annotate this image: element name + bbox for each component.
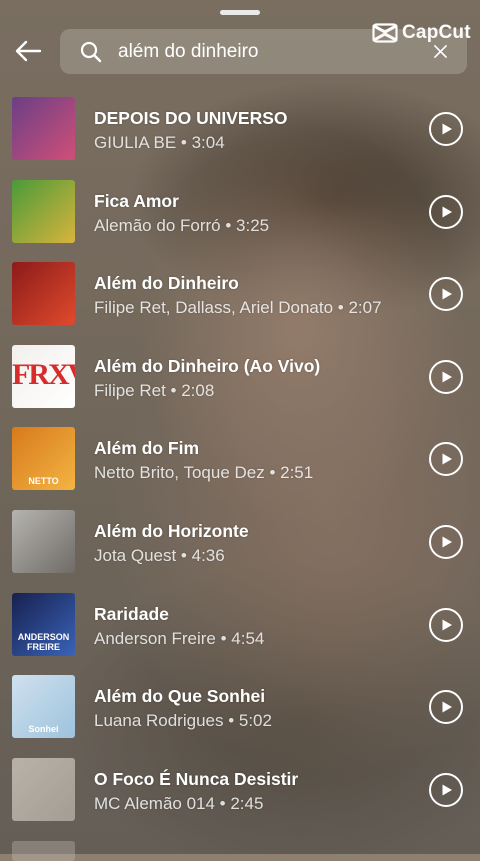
track-artist-duration: Anderson Freire • 4:54 <box>94 628 265 648</box>
track-info: Raridade Anderson Freire • 4:54 <box>94 603 410 650</box>
track-thumbnail <box>12 509 75 573</box>
track-thumbnail-partial <box>12 841 75 861</box>
track-row[interactable]: ANDERSON FREIRE Raridade Anderson Freire… <box>0 592 480 675</box>
track-info: Além do Fim Netto Brito, Toque Dez • 2:5… <box>94 437 410 484</box>
track-thumbnail <box>12 179 75 243</box>
track-row[interactable]: O Foco É Nunca Desistir MC Alemão 014 • … <box>0 757 480 840</box>
clear-search-button[interactable] <box>425 37 455 67</box>
play-icon <box>442 619 452 631</box>
track-title: Além do Dinheiro (Ao Vivo) <box>94 355 321 376</box>
track-row[interactable]: Além do Horizonte Jota Quest • 4:36 <box>0 509 480 592</box>
play-button[interactable] <box>429 194 463 229</box>
track-artist-duration: Filipe Ret • 2:08 <box>94 380 215 400</box>
track-artist-duration: Filipe Ret, Dallass, Ariel Donato • 2:07 <box>94 298 382 318</box>
search-bar[interactable] <box>60 29 467 74</box>
track-row[interactable]: Sonhei Além do Que Sonhei Luana Rodrigue… <box>0 674 480 757</box>
play-button[interactable] <box>429 524 463 559</box>
play-button[interactable] <box>429 442 463 477</box>
play-button[interactable] <box>429 772 463 807</box>
track-row[interactable]: FRXV Além do Dinheiro (Ao Vivo) Filipe R… <box>0 344 480 427</box>
track-title: Raridade <box>94 603 169 624</box>
track-info: O Foco É Nunca Desistir MC Alemão 014 • … <box>94 768 410 815</box>
drag-handle[interactable] <box>220 10 260 15</box>
play-icon <box>442 371 452 383</box>
track-title: O Foco É Nunca Desistir <box>94 768 299 789</box>
track-list: DEPOIS DO UNIVERSO GIULIA BE • 3:04 Fica… <box>0 96 480 839</box>
play-button[interactable] <box>429 607 463 642</box>
track-thumbnail: ANDERSON FREIRE <box>12 592 75 656</box>
track-artist-duration: GIULIA BE • 3:04 <box>94 133 225 152</box>
track-info: Além do Horizonte Jota Quest • 4:36 <box>94 520 410 567</box>
thumbnail-label: FRXV <box>12 357 75 391</box>
play-icon <box>442 453 452 465</box>
track-row[interactable]: DEPOIS DO UNIVERSO GIULIA BE • 3:04 <box>0 96 480 179</box>
track-thumbnail <box>12 757 75 821</box>
track-info: Fica Amor Alemão do Forró • 3:25 <box>94 190 410 237</box>
track-thumbnail <box>12 97 75 160</box>
play-icon <box>442 206 452 218</box>
play-button[interactable] <box>429 359 463 394</box>
track-title: Além do Dinheiro <box>94 273 239 294</box>
play-icon <box>442 536 452 548</box>
track-thumbnail: Sonhei <box>12 675 75 739</box>
track-artist-duration: Alemão do Forró • 3:25 <box>94 215 270 235</box>
track-artist-duration: Luana Rodrigues • 5:02 <box>94 711 272 731</box>
play-icon <box>442 123 452 135</box>
search-input[interactable] <box>118 40 425 63</box>
track-info: Além do Dinheiro Filipe Ret, Dallass, Ar… <box>94 272 410 319</box>
play-icon <box>442 701 452 713</box>
track-title: DEPOIS DO UNIVERSO <box>94 108 288 128</box>
track-title: Fica Amor <box>94 190 179 211</box>
back-button[interactable] <box>10 33 46 69</box>
track-thumbnail: FRXV <box>12 344 75 408</box>
track-row[interactable]: Além do Dinheiro Filipe Ret, Dallass, Ar… <box>0 261 480 344</box>
track-info: Além do Que Sonhei Luana Rodrigues • 5:0… <box>94 685 410 732</box>
play-button[interactable] <box>429 690 463 725</box>
thumbnail-label: Sonhei <box>28 724 59 735</box>
play-icon <box>442 784 452 796</box>
track-info: Além do Dinheiro (Ao Vivo) Filipe Ret • … <box>94 355 410 402</box>
close-icon <box>433 45 447 58</box>
play-icon <box>442 288 452 300</box>
track-artist-duration: Netto Brito, Toque Dez • 2:51 <box>94 463 314 483</box>
thumbnail-label: NETTO <box>28 476 59 487</box>
track-row[interactable]: NETTO Além do Fim Netto Brito, Toque Dez… <box>0 426 480 509</box>
track-artist-duration: MC Alemão 014 • 2:45 <box>94 793 264 813</box>
track-artist-duration: Jota Quest • 4:36 <box>94 545 225 565</box>
play-button[interactable] <box>429 112 463 146</box>
search-icon <box>80 41 102 63</box>
track-title: Além do Fim <box>94 438 200 459</box>
track-thumbnail: NETTO <box>12 427 75 491</box>
track-info: DEPOIS DO UNIVERSO GIULIA BE • 3:04 <box>94 107 410 154</box>
arrow-left-icon <box>15 40 42 62</box>
track-title: Além do Horizonte <box>94 520 249 541</box>
play-button[interactable] <box>429 277 463 312</box>
track-title: Além do Que Sonhei <box>94 686 266 707</box>
track-thumbnail <box>12 262 75 326</box>
thumbnail-label: ANDERSON FREIRE <box>17 631 70 652</box>
track-row[interactable]: Fica Amor Alemão do Forró • 3:25 <box>0 179 480 262</box>
